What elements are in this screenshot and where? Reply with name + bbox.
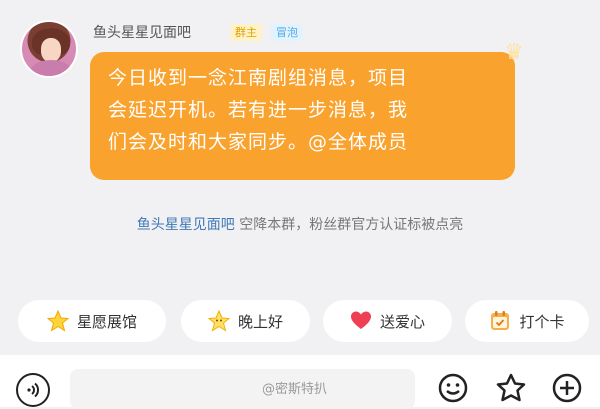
plus-icon: [552, 373, 582, 403]
quick-action-send-love[interactable]: 送爱心: [323, 300, 452, 342]
heart-icon: [350, 310, 372, 332]
voice-input-button[interactable]: [16, 373, 50, 407]
watermark: @密斯特扒: [262, 382, 328, 397]
voice-icon: [27, 382, 39, 398]
emoji-icon: [438, 373, 468, 403]
message-line: 会延迟开机。若有进一步消息，我: [108, 99, 409, 121]
emoji-button[interactable]: [436, 371, 470, 405]
star-icon: [46, 310, 69, 332]
system-message-text: 空降本群，粉丝群官方认证标被点亮: [234, 217, 464, 233]
more-button[interactable]: [550, 371, 584, 405]
sender-avatar[interactable]: [20, 20, 78, 78]
message-line: 今日收到一念江南剧组消息，项目: [108, 67, 409, 89]
quick-action-row: 星愿展馆 晚上好 送爱心 打个卡: [0, 300, 600, 346]
message-line: 们会及时和大家同步。@全体成员: [108, 131, 409, 153]
quick-action-good-evening[interactable]: 晚上好: [181, 300, 310, 342]
bubble-badge: 冒泡: [271, 24, 303, 41]
quick-action-label: 打个卡: [519, 312, 565, 331]
checkin-card-icon: [489, 310, 511, 332]
system-message: 鱼头星星见面吧 空降本群，粉丝群官方认证标被点亮: [0, 214, 600, 234]
crown-icon: ♛: [504, 40, 524, 65]
smiling-star-icon: [207, 310, 230, 332]
message-input[interactable]: [70, 369, 415, 409]
quick-action-label: 送爱心: [379, 312, 425, 331]
quick-action-label: 星愿展馆: [76, 312, 137, 331]
star-outline-icon: [496, 373, 526, 402]
sender-name[interactable]: 鱼头星星见面吧: [93, 22, 191, 42]
system-message-name[interactable]: 鱼头星星见面吧: [137, 217, 235, 233]
message-bubble[interactable]: 今日收到一念江南剧组消息，项目 会延迟开机。若有进一步消息，我 们会及时和大家同…: [90, 52, 515, 180]
quick-action-star-gallery[interactable]: 星愿展馆: [18, 300, 166, 342]
star-sticker-button[interactable]: [494, 371, 528, 405]
quick-action-check-in[interactable]: 打个卡: [465, 300, 589, 342]
quick-action-label: 晚上好: [237, 312, 283, 331]
owner-badge: 群主: [230, 24, 262, 41]
